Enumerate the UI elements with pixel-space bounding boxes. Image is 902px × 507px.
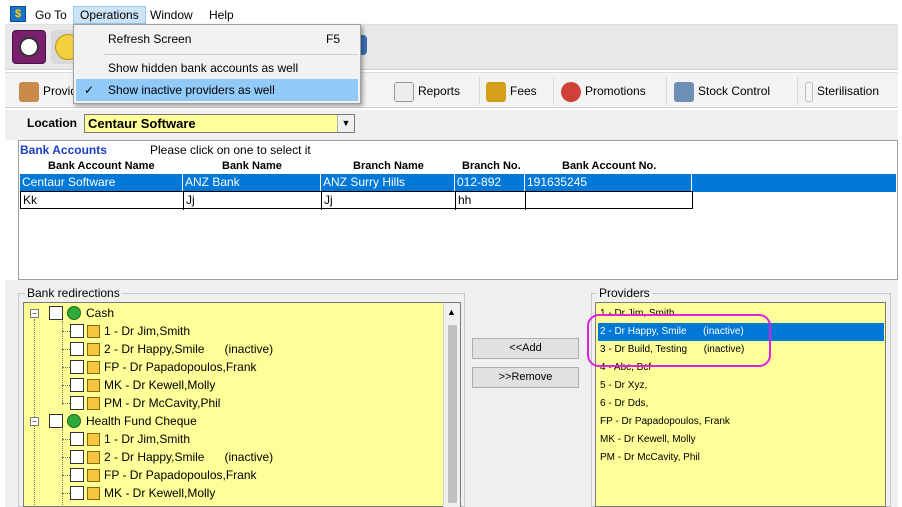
money-bag-icon [67, 306, 81, 320]
checkbox[interactable] [70, 324, 84, 338]
checkmark-icon: ✓ [84, 83, 95, 97]
bank-accounts-title: Bank Accounts [20, 143, 107, 157]
col-branch-no: Branch No. [462, 160, 521, 172]
col-bank-account-name: Bank Account Name [48, 160, 155, 172]
promotions-button[interactable]: Promotions [555, 77, 667, 105]
tree-item[interactable]: MK - Dr Kewell,Molly [104, 484, 215, 502]
provider-icon [87, 343, 100, 356]
checkbox[interactable] [49, 306, 63, 320]
coins-icon [486, 81, 506, 102]
tree-item[interactable]: 1 - Dr Jim,Smith [104, 430, 190, 448]
checkbox[interactable] [70, 468, 84, 482]
tree-line [62, 331, 70, 332]
table-row[interactable]: Kk Jj Jj hh [20, 191, 693, 210]
tree-item[interactable]: 2 - Dr Happy,Smile (inactive) [104, 340, 273, 358]
providers-button[interactable]: Provid [13, 77, 77, 105]
checkbox[interactable] [70, 450, 84, 464]
add-button[interactable]: <<Add [472, 338, 579, 359]
checkbox[interactable] [70, 486, 84, 500]
tree-item[interactable]: FP - Dr Papadopoulos,Frank [104, 466, 257, 484]
remove-button[interactable]: >>Remove [472, 367, 579, 388]
list-item[interactable]: 6 - Dr Dds, [598, 395, 884, 413]
tree-item[interactable]: 1 - Dr Jim,Smith [104, 322, 190, 340]
list-item[interactable]: 5 - Dr Xyz, [598, 377, 884, 395]
checkbox[interactable] [70, 378, 84, 392]
bottle-icon [805, 81, 813, 102]
provider-icon [87, 325, 100, 338]
menu-goto[interactable]: Go To [29, 6, 73, 24]
bank-redirections-label: Bank redirections [25, 286, 122, 300]
percent-icon [561, 81, 581, 102]
stock-icon [674, 81, 694, 102]
list-item[interactable]: FP - Dr Papadopoulos, Frank [598, 413, 884, 431]
list-item[interactable]: PM - Dr McCavity, Phil [598, 449, 884, 467]
location-label: Location [27, 116, 77, 130]
scrollbar-thumb[interactable] [448, 325, 457, 503]
tree-line [62, 403, 70, 404]
checkbox[interactable] [70, 360, 84, 374]
providers-label: Providers [597, 286, 652, 300]
money-bag-icon [67, 414, 81, 428]
reports-button[interactable]: Reports [388, 77, 480, 105]
tree-line [62, 367, 70, 368]
tree-item[interactable]: PM - Dr McCavity,Phil [104, 394, 220, 412]
menu-bar: Go To Operations Window Help [5, 4, 898, 25]
tree-line [62, 493, 70, 494]
report-icon [394, 81, 414, 102]
provider-icon [87, 379, 100, 392]
tree-item[interactable]: 2 - Dr Happy,Smile (inactive) [104, 448, 273, 466]
app-dollar-icon[interactable]: $ [10, 6, 26, 22]
sterilisation-button[interactable]: Sterilisation [799, 77, 898, 105]
tree-group-health-fund-cheque[interactable]: Health Fund Cheque [86, 412, 197, 430]
provider-icon [87, 397, 100, 410]
highlight-annotation [587, 314, 771, 367]
col-bank-account-no: Bank Account No. [562, 160, 657, 172]
fees-button[interactable]: Fees [480, 77, 554, 105]
tree-line [34, 319, 35, 506]
tree-line [62, 349, 70, 350]
tree-item[interactable]: FP - Dr Papadopoulos,Frank [104, 358, 257, 376]
menu-help[interactable]: Help [203, 6, 240, 24]
clock-icon[interactable] [12, 30, 46, 64]
provider-icon [87, 433, 100, 446]
menu-item-refresh[interactable]: Refresh Screen F5 [76, 28, 358, 50]
checkbox[interactable] [70, 396, 84, 410]
provider-icon [87, 469, 100, 482]
list-item[interactable]: MK - Dr Kewell, Molly [598, 431, 884, 449]
tree-item[interactable]: MK - Dr Kewell,Molly [104, 376, 215, 394]
col-bank-name: Bank Name [222, 160, 282, 172]
menu-separator [104, 54, 358, 55]
table-row[interactable]: Centaur Software ANZ Bank ANZ Surry Hill… [20, 174, 896, 192]
checkbox[interactable] [49, 414, 63, 428]
collapse-icon[interactable]: − [30, 309, 39, 318]
collapse-icon[interactable]: − [30, 417, 39, 426]
tree-line [62, 385, 70, 386]
tree-line [62, 475, 70, 476]
tree-scrollbar[interactable]: ▲ [443, 303, 460, 507]
tree-line [62, 457, 70, 458]
bank-accounts-hint: Please click on one to select it [150, 143, 311, 157]
tree-group-cash[interactable]: Cash [86, 304, 114, 322]
menu-item-show-inactive[interactable]: ✓ Show inactive providers as well [76, 79, 358, 101]
provider-icon [87, 361, 100, 374]
chevron-up-icon[interactable]: ▲ [447, 307, 456, 317]
tree-line [62, 321, 63, 405]
menu-operations[interactable]: Operations [73, 6, 146, 24]
menu-item-show-hidden[interactable]: Show hidden bank accounts as well [76, 57, 358, 79]
redirections-tree[interactable]: − Cash 1 - Dr Jim,Smith 2 - Dr Happy,Smi… [23, 302, 461, 507]
chevron-down-icon[interactable]: ▼ [337, 115, 354, 132]
checkbox[interactable] [70, 342, 84, 356]
provider-icon [87, 487, 100, 500]
tree-line [62, 439, 70, 440]
provider-icon [87, 451, 100, 464]
stock-control-button[interactable]: Stock Control [668, 77, 798, 105]
operations-dropdown: Refresh Screen F5 Show hidden bank accou… [73, 24, 361, 104]
location-select[interactable]: Centaur Software ▼ [84, 114, 355, 133]
menu-window[interactable]: Window [144, 6, 199, 24]
tree-line [62, 429, 63, 506]
checkbox[interactable] [70, 432, 84, 446]
col-branch-name: Branch Name [353, 160, 424, 172]
person-icon [19, 81, 39, 102]
shortcut-label: F5 [325, 32, 340, 46]
